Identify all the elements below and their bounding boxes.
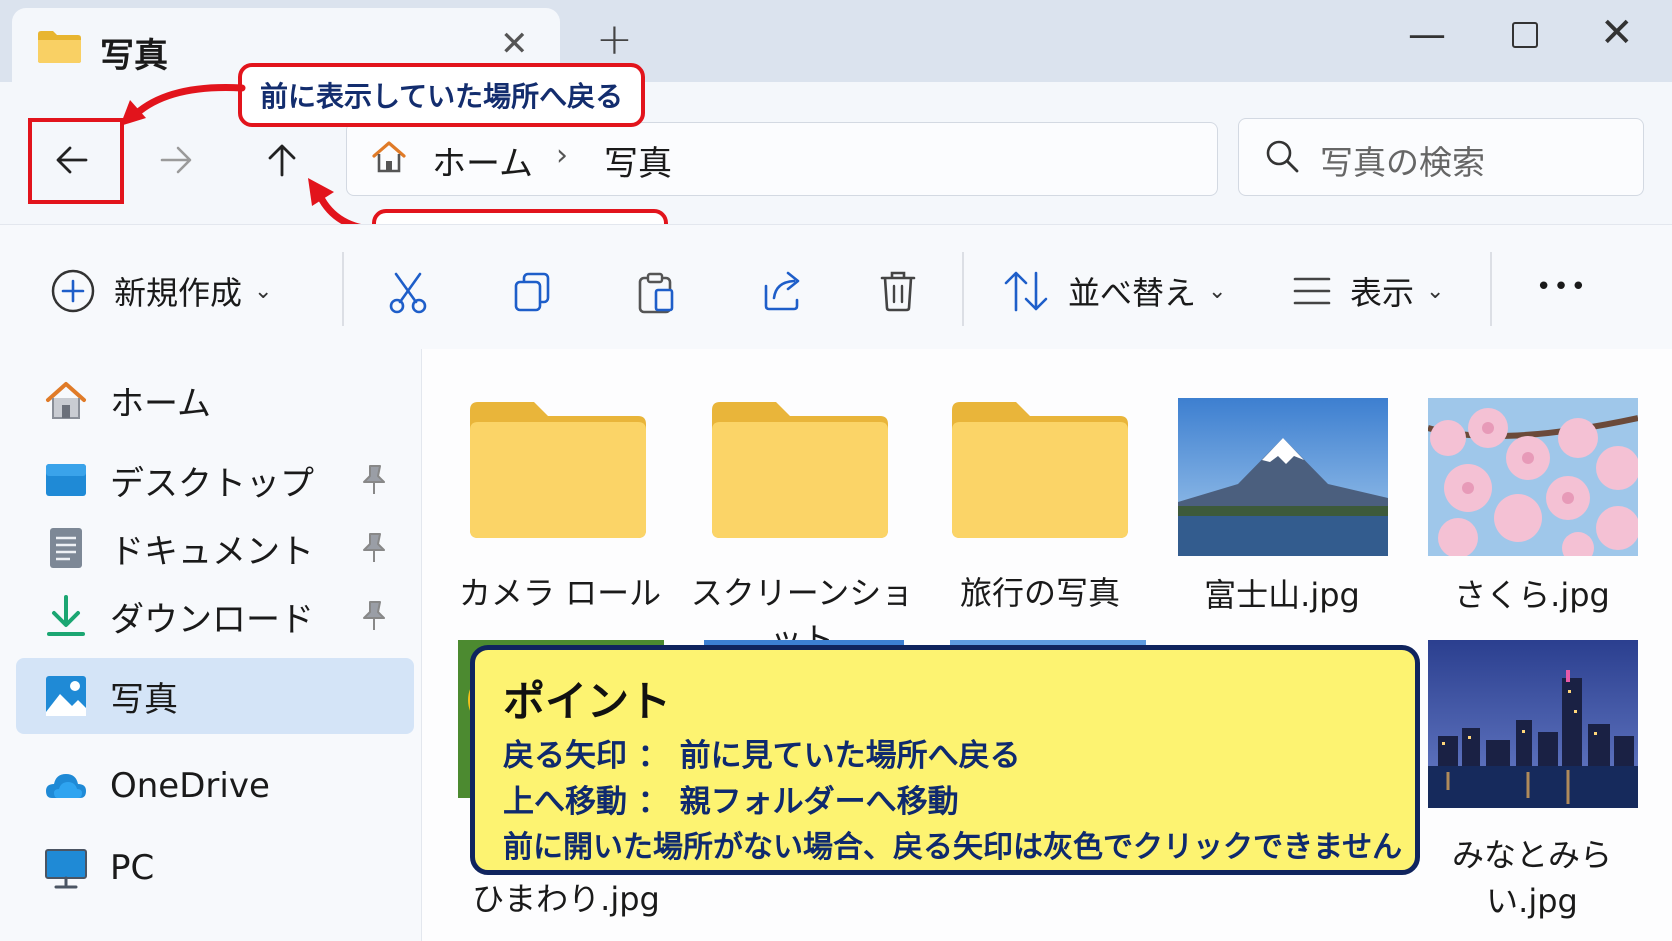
breadcrumb-current[interactable]: 写真 [604,136,672,185]
breadcrumb-separator[interactable]: › [556,138,568,173]
arrow-right-icon [160,146,192,174]
point-callout: ポイント 戻る矢印 ： 前に見ていた場所へ戻る 上へ移動 ： 親フォルダーへ移動… [470,645,1420,875]
back-button-highlight [28,118,124,204]
view-button-label: 表示 [1350,274,1415,312]
download-icon [47,595,85,636]
paste-icon[interactable] [634,270,678,314]
folder-item[interactable] [708,400,892,546]
search-input[interactable]: 写真の検索 [1320,136,1485,184]
point-line: 前に開いた場所がない場合、戻る矢印は灰色でクリックできません [503,830,1403,865]
sidebar-item-home[interactable]: ホーム [16,362,414,438]
file-name: カメラ ロール [458,574,662,612]
pin-icon[interactable] [360,532,388,564]
delete-icon[interactable] [876,268,920,314]
minatomirai-thumbnail[interactable] [1428,640,1638,808]
list-view-icon [1293,277,1331,305]
chevron-down-icon: ⌄ [254,278,273,304]
forward-button[interactable] [146,130,206,190]
new-button[interactable]: 新規作成 ⌄ [50,268,272,314]
pictures-icon [46,676,86,716]
sidebar-item-documents[interactable]: ドキュメント [16,510,414,586]
sort-button-label: 並べ替え [1068,274,1197,312]
point-line: 上へ移動 ： 親フォルダーへ移動 [503,784,959,820]
desktop-icon [46,464,86,496]
cloud-icon [46,774,86,798]
sidebar-item-pc[interactable]: PC [16,830,414,906]
chevron-down-icon: ⌄ [1208,278,1227,304]
sidebar-item-label: 写真 [110,679,178,720]
folder-item[interactable] [948,400,1132,546]
mount-fuji-thumbnail[interactable] [1178,398,1388,556]
new-tab-button[interactable]: + [596,14,633,65]
folder-item[interactable] [466,400,650,546]
file-name: ひまわり.jpg [472,880,660,918]
sidebar-item-photos[interactable]: 写真 [16,658,414,734]
file-name: 旅行の写真 [959,574,1120,612]
plus-circle-icon [51,269,95,313]
home-icon [372,141,406,173]
file-name: 富士山.jpg [1204,576,1360,614]
folder-icon [712,402,888,538]
sidebar-item-label: OneDrive [110,766,270,806]
sort-button[interactable]: 並べ替え ⌄ [1002,268,1226,314]
tab-close-icon[interactable]: ✕ [500,24,529,64]
maximize-button[interactable] [1512,22,1538,48]
search-icon [1266,140,1299,173]
close-window-button[interactable]: ✕ [1600,10,1634,56]
toolbar-divider [1490,252,1492,326]
toolbar-divider [342,252,344,326]
pin-icon[interactable] [360,464,388,496]
back-callout: 前に表示していた場所へ戻る [238,63,646,127]
breadcrumb-home[interactable]: ホーム [432,136,533,185]
document-icon [50,528,82,568]
sidebar-item-downloads[interactable]: ダウンロード [16,578,414,654]
toolbar-divider [962,252,964,326]
pin-icon[interactable] [360,600,388,632]
folder-icon [952,402,1128,538]
folder-icon [38,31,81,63]
point-line: 戻る矢印 ： 前に見ていた場所へ戻る [503,738,1021,774]
callout-arrow-back-icon [120,84,246,126]
copy-icon[interactable] [510,270,554,314]
point-title: ポイント [503,677,672,726]
monitor-icon [45,849,87,889]
minimize-button[interactable]: — [1408,12,1446,56]
home-icon [46,382,86,419]
folder-icon [470,402,646,538]
file-name: さくら.jpg [1454,576,1610,614]
sidebar-item-label: ダウンロード [110,599,314,640]
sidebar-item-desktop[interactable]: デスクトップ [16,442,414,518]
share-icon[interactable] [760,268,806,314]
chevron-down-icon: ⌄ [1426,278,1445,304]
sidebar-item-label: PC [110,848,155,888]
sakura-thumbnail[interactable] [1428,398,1638,556]
sidebar-item-label: デスクトップ [110,463,314,504]
sidebar-item-label: ドキュメント [110,531,314,572]
new-button-label: 新規作成 [114,274,243,312]
sort-icon [1004,271,1048,312]
sidebar-item-label: ホーム [110,383,211,424]
view-button[interactable]: 表示 ⌄ [1292,268,1444,314]
sidebar-item-onedrive[interactable]: OneDrive [16,748,414,824]
cut-icon[interactable] [386,270,430,314]
more-options-button[interactable]: ••• [1536,272,1588,302]
file-name: みなとみらい.jpg [1451,836,1612,920]
